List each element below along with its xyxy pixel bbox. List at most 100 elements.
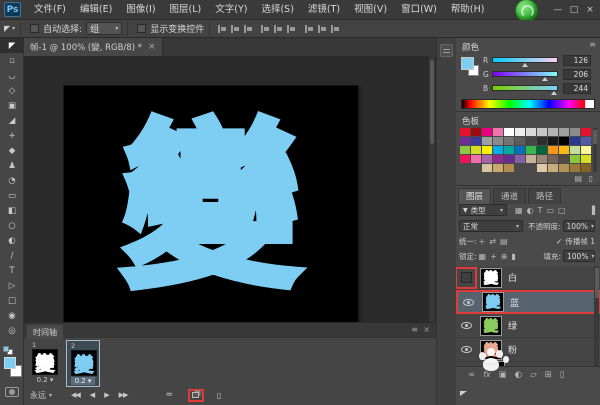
slider-thumb[interactable] — [542, 77, 548, 81]
layer-row-绿[interactable]: 變绿 — [456, 314, 600, 338]
color-swatch[interactable] — [537, 128, 547, 136]
frame-delay-dropdown[interactable]: 0.2 ▾ — [32, 376, 58, 384]
menu-item[interactable]: 编辑(E) — [73, 0, 119, 20]
color-swatch[interactable] — [460, 137, 470, 145]
color-swatch[interactable] — [526, 155, 536, 163]
menu-item[interactable]: 图像(I) — [119, 0, 162, 20]
color-swatch[interactable] — [537, 137, 547, 145]
propagate-checkbox[interactable]: ✓ — [556, 237, 562, 246]
color-swatch[interactable] — [493, 137, 503, 145]
color-swatch[interactable] — [570, 146, 580, 154]
lock-icon[interactable]: + — [490, 252, 497, 261]
color-swatch[interactable] — [493, 128, 503, 136]
layer-row-蓝[interactable]: 變蓝 — [456, 290, 600, 314]
color-swatch[interactable] — [493, 155, 503, 163]
canvas-area[interactable]: 變 — [24, 56, 436, 322]
distribute-left-icon[interactable] — [304, 24, 314, 34]
menu-item[interactable]: 窗口(W) — [394, 0, 444, 20]
color-swatch[interactable] — [581, 137, 591, 145]
color-swatch[interactable] — [537, 146, 547, 154]
layer-filter-icon[interactable]: □ — [558, 206, 566, 215]
dodge-tool[interactable]: ◐ — [0, 233, 24, 248]
timeline-tab[interactable]: 时间轴 — [27, 325, 63, 339]
menu-item[interactable]: 文件(F) — [27, 0, 73, 20]
color-swatch[interactable] — [526, 146, 536, 154]
color-swatch[interactable] — [515, 128, 525, 136]
auto-select-checkbox[interactable] — [30, 24, 39, 33]
auto-select-dropdown[interactable]: 组▾ — [86, 22, 122, 35]
tab-close-icon[interactable]: × — [148, 42, 156, 52]
color-swatch[interactable] — [504, 137, 514, 145]
color-swatch[interactable] — [471, 128, 481, 136]
color-swatch[interactable] — [548, 164, 558, 172]
delete-frame-button[interactable]: ▯ — [212, 389, 226, 402]
color-swatch[interactable] — [504, 146, 514, 154]
delete-layer-icon[interactable]: ▯ — [560, 370, 565, 380]
menu-item[interactable]: 图层(L) — [163, 0, 209, 20]
layer-filter-icon[interactable]: T — [538, 206, 543, 215]
color-swatch[interactable] — [460, 155, 470, 163]
adjustment-layer-icon[interactable]: ◐ — [515, 370, 522, 380]
color-swatch[interactable] — [570, 128, 580, 136]
color-swatch[interactable] — [548, 155, 558, 163]
menu-item[interactable]: 视图(V) — [347, 0, 394, 20]
color-swatch[interactable] — [471, 155, 481, 163]
color-swatch[interactable] — [548, 137, 558, 145]
color-swatch[interactable] — [526, 137, 536, 145]
crop-tool[interactable]: ▣ — [0, 98, 24, 113]
layer-row-粉[interactable]: 變粉 — [456, 338, 600, 362]
color-swatch[interactable] — [460, 128, 470, 136]
menu-item[interactable]: 帮助(H) — [444, 0, 492, 20]
visibility-toggle[interactable] — [456, 322, 476, 329]
next-frame-button[interactable]: ▶▶ — [114, 389, 133, 401]
color-swatch[interactable] — [471, 146, 481, 154]
align-vcenter-icon[interactable] — [273, 24, 283, 34]
color-swatch[interactable] — [570, 164, 580, 172]
color-swatch[interactable] — [482, 128, 492, 136]
previous-frame-button[interactable]: ◀ — [85, 389, 99, 401]
fill-value[interactable]: 100%▾ — [563, 250, 595, 262]
visibility-toggle[interactable] — [458, 299, 478, 306]
eye-icon[interactable] — [461, 322, 472, 329]
quick-selection-tool[interactable]: ◇ — [0, 83, 24, 98]
color-swatch[interactable] — [504, 155, 514, 163]
animation-frame-2[interactable]: 2變0.2 ▾ — [66, 340, 100, 387]
filter-type-dropdown[interactable]: ▼类型▾ — [459, 204, 507, 216]
frame-delay-dropdown[interactable]: 0.2 ▾ — [71, 377, 95, 385]
color-swatch[interactable] — [504, 128, 514, 136]
animation-frame-1[interactable]: 1變0.2 ▾ — [28, 340, 62, 387]
align-top-icon[interactable] — [260, 24, 270, 34]
color-swatch[interactable] — [460, 146, 470, 154]
canvas-vertical-scrollbar[interactable] — [429, 56, 435, 322]
layer-filter-icon[interactable]: ▭ — [546, 206, 554, 215]
color-swatch[interactable] — [581, 155, 591, 163]
new-swatch-icon[interactable]: ▤ — [574, 174, 582, 183]
align-hcenter-icon[interactable] — [230, 24, 240, 34]
color-swatch[interactable] — [471, 137, 481, 145]
layers-scrollbar[interactable] — [594, 266, 599, 366]
color-swatch[interactable] — [559, 137, 569, 145]
eyedropper-tool[interactable]: ◢ — [0, 113, 24, 128]
align-right-icon[interactable] — [243, 24, 253, 34]
clone-stamp-tool[interactable]: ♟ — [0, 158, 24, 173]
color-swatch[interactable] — [493, 164, 503, 172]
document-tab[interactable]: 帧-1 @ 100% (變, RGB/8) * × — [24, 38, 163, 56]
link-layers-icon[interactable]: ∞ — [468, 370, 475, 380]
layer-mask-icon[interactable]: ▣ — [499, 370, 507, 380]
first-frame-button[interactable]: ◀◀ — [66, 389, 85, 401]
opacity-value[interactable]: 100%▾ — [563, 220, 595, 232]
color-swatch[interactable] — [559, 155, 569, 163]
pen-tool[interactable]: ∕ — [0, 248, 24, 263]
tool-preset-icon[interactable]: ◤▾ — [4, 24, 15, 33]
slider-thumb[interactable] — [551, 91, 557, 95]
lock-icon[interactable]: ▦ — [479, 252, 487, 261]
hand-tool[interactable]: ◉ — [0, 308, 24, 323]
tab-swatches[interactable]: 色板 — [462, 115, 479, 127]
unify-icon[interactable]: + — [479, 237, 486, 246]
eraser-tool[interactable]: ▭ — [0, 188, 24, 203]
layer-filter-icon[interactable]: ◐ — [527, 206, 534, 215]
align-left-icon[interactable] — [217, 24, 227, 34]
healing-brush-tool[interactable]: + — [0, 128, 24, 143]
color-swatch[interactable] — [537, 164, 547, 172]
move-tool[interactable]: ◤ — [0, 38, 24, 53]
